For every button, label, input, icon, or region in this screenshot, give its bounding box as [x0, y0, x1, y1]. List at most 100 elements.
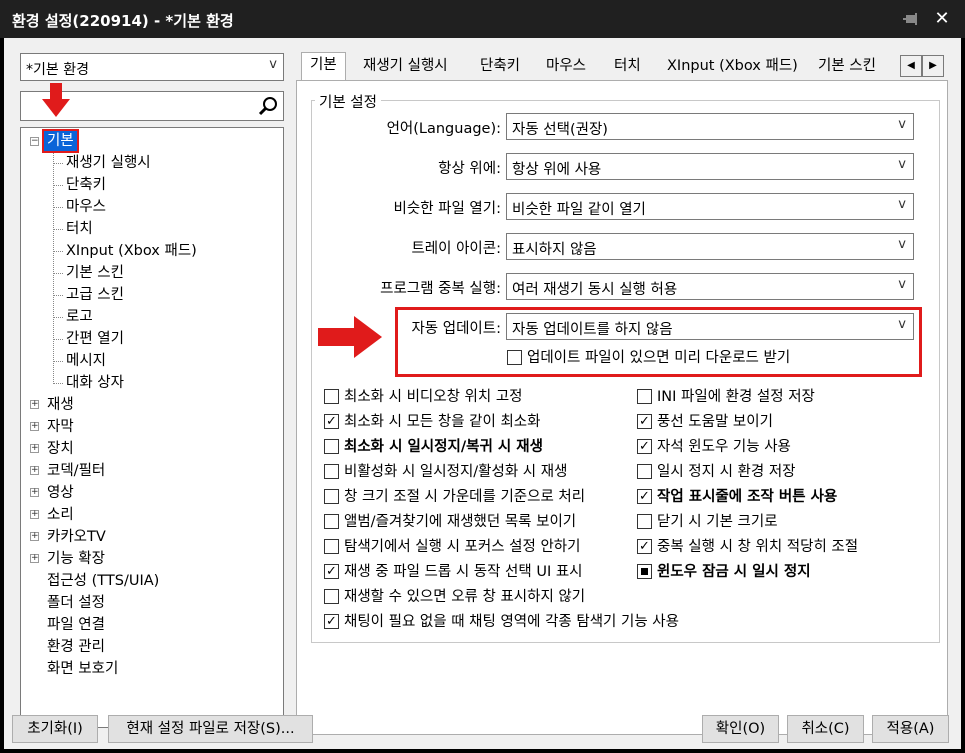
checkbox-box	[324, 589, 339, 604]
setting-label-tray-icon: 트레이 아이콘:	[411, 241, 501, 257]
tab-scroll-right-icon[interactable]: ▶	[922, 55, 944, 77]
checkbox-label: 중복 실행 시 창 위치 적당히 조절	[657, 539, 859, 555]
indeterminate-checkbox-icon	[637, 564, 652, 579]
tab-basic-skin[interactable]: 기본 스킨	[818, 54, 876, 80]
checkmark-icon: ✓	[637, 414, 652, 429]
expand-icon[interactable]: +	[30, 422, 39, 431]
checkbox-label: 재생 중 파일 드롭 시 동작 선택 UI 표시	[344, 564, 583, 580]
checkbox-label: 창 크기 조절 시 가운데를 기준으로 처리	[344, 489, 586, 505]
tree-child[interactable]: 재생기 실행시	[54, 153, 151, 173]
checkbox-box	[637, 514, 652, 529]
similar-files-select[interactable]: 비슷한 파일 같이 열기 v	[506, 193, 914, 220]
tree-child[interactable]: 로고	[54, 307, 93, 327]
checkbox-box	[324, 489, 339, 504]
tree-node[interactable]: 재생	[47, 395, 74, 415]
chevron-down-icon: v	[898, 237, 906, 252]
tray-icon-select-value: 표시하지 않음	[512, 242, 597, 258]
tree-node[interactable]: 환경 관리	[47, 637, 105, 657]
expand-icon[interactable]: +	[30, 444, 39, 453]
checkmark-icon: ✓	[324, 614, 339, 629]
checkbox-label: 닫기 시 기본 크기로	[657, 514, 778, 530]
tab-bar: 기본 재생기 실행시 단축키 마우스 터치 XInput (Xbox 패드) 기…	[296, 52, 948, 82]
checkbox-box	[324, 389, 339, 404]
setting-label-auto-update: 자동 업데이트:	[411, 321, 501, 337]
tab-player-launch[interactable]: 재생기 실행시	[363, 54, 448, 80]
title-bar[interactable]: 환경 설정(220914) - *기본 환경 ✕	[0, 0, 965, 38]
checkbox-label: 최소화 시 일시정지/복귀 시 재생	[344, 439, 543, 455]
language-select[interactable]: 자동 선택(권장) v	[506, 113, 914, 140]
tree-node[interactable]: 코덱/필터	[47, 461, 105, 481]
tree-node[interactable]: 소리	[47, 505, 74, 525]
auto-update-select[interactable]: 자동 업데이트를 하지 않음 v	[506, 313, 914, 340]
tab-xinput[interactable]: XInput (Xbox 패드)	[667, 54, 798, 80]
expand-icon[interactable]: +	[30, 400, 39, 409]
tree-child[interactable]: 터치	[54, 219, 93, 239]
tree-child[interactable]: 마우스	[53, 197, 106, 217]
settings-tree[interactable]: − 기본 재생기 실행시 단축키 마우스 터치 XInput (Xbox 패드)…	[20, 127, 284, 728]
setting-label-always-on-top: 항상 위에:	[438, 161, 501, 177]
search-icon[interactable]	[257, 95, 279, 117]
close-icon[interactable]: ✕	[932, 9, 952, 29]
collapse-icon[interactable]: −	[30, 137, 39, 146]
checkbox-box	[324, 514, 339, 529]
cancel-button[interactable]: 취소(C)	[787, 715, 864, 743]
tree-child[interactable]: 대화 상자	[54, 373, 124, 393]
reset-button[interactable]: 초기화(I)	[12, 715, 98, 743]
similar-files-select-value: 비슷한 파일 같이 열기	[512, 202, 646, 218]
tree-node[interactable]: 기능 확장	[47, 549, 105, 569]
expand-icon[interactable]: +	[30, 532, 39, 541]
tree-child[interactable]: 간편 열기	[54, 329, 124, 349]
tree-node[interactable]: 카카오TV	[47, 527, 106, 547]
checkbox-label: 탐색기에서 실행 시 포커스 설정 안하기	[344, 539, 581, 555]
tab-shortcuts[interactable]: 단축키	[480, 54, 520, 80]
profile-select[interactable]: *기본 환경 v	[20, 53, 284, 81]
checkbox-label: 최소화 시 비디오창 위치 고정	[344, 389, 523, 405]
tree-node[interactable]: 자막	[47, 417, 74, 437]
ok-button[interactable]: 확인(O)	[702, 715, 779, 743]
checkbox-label: 풍선 도움말 보이기	[657, 414, 773, 430]
tab-basic[interactable]: 기본	[301, 52, 346, 82]
pin-icon[interactable]	[903, 10, 921, 28]
tree-child[interactable]: 고급 스킨	[54, 285, 124, 305]
tab-scroll-left-icon[interactable]: ◀	[900, 55, 922, 77]
tree-connector	[53, 152, 54, 384]
always-on-top-select[interactable]: 항상 위에 사용 v	[506, 153, 914, 180]
window-title: 환경 설정(220914) - *기본 환경	[12, 12, 234, 30]
chevron-down-icon: v	[898, 277, 906, 292]
checkbox-box	[637, 389, 652, 404]
expand-icon[interactable]: +	[30, 554, 39, 563]
expand-icon[interactable]: +	[30, 510, 39, 519]
checkmark-icon: ✓	[637, 489, 652, 504]
tree-node[interactable]: 영상	[47, 483, 74, 503]
expand-icon[interactable]: +	[30, 488, 39, 497]
tray-icon-select[interactable]: 표시하지 않음 v	[506, 233, 914, 260]
checkbox-label: 윈도우 잠금 시 일시 정지	[657, 564, 811, 580]
tree-child[interactable]: 기본 스킨	[54, 263, 124, 283]
checkbox-label: 일시 정지 시 환경 저장	[657, 464, 796, 480]
checkbox-label: 비활성화 시 일시정지/활성화 시 재생	[344, 464, 568, 480]
chevron-down-icon: v	[269, 57, 277, 72]
apply-button[interactable]: 적용(A)	[872, 715, 949, 743]
tree-node[interactable]: 폴더 설정	[47, 593, 105, 613]
always-on-top-select-value: 항상 위에 사용	[512, 162, 602, 178]
group-title: 기본 설정	[315, 91, 381, 112]
language-select-value: 자동 선택(권장)	[512, 122, 608, 138]
tab-touch[interactable]: 터치	[614, 54, 641, 80]
tree-node[interactable]: 접근성 (TTS/UIA)	[47, 571, 159, 591]
tab-mouse[interactable]: 마우스	[546, 54, 586, 80]
tree-node[interactable]: 파일 연결	[47, 615, 105, 635]
checkbox-label: 앨범/즐겨찾기에 재생했던 목록 보이기	[344, 514, 577, 530]
tree-node-basic[interactable]: 기본	[42, 129, 79, 153]
checkbox-label: 재생할 수 있으면 오류 창 표시하지 않기	[344, 589, 586, 605]
tree-child[interactable]: 메시지	[53, 351, 106, 371]
expand-icon[interactable]: +	[30, 466, 39, 475]
tree-node[interactable]: 화면 보호기	[47, 659, 118, 679]
checkmark-icon: ✓	[324, 414, 339, 429]
save-current-button[interactable]: 현재 설정 파일로 저장(S)...	[108, 715, 313, 743]
tree-node[interactable]: 장치	[47, 439, 74, 459]
multi-instance-select[interactable]: 여러 재생기 동시 실행 허용 v	[506, 273, 914, 300]
tree-child[interactable]: XInput (Xbox 패드)	[54, 241, 197, 261]
setting-label-similar-files: 비슷한 파일 열기:	[393, 201, 501, 217]
checkbox-label: INI 파일에 환경 설정 저장	[657, 389, 815, 405]
tree-child[interactable]: 단축키	[53, 175, 106, 195]
